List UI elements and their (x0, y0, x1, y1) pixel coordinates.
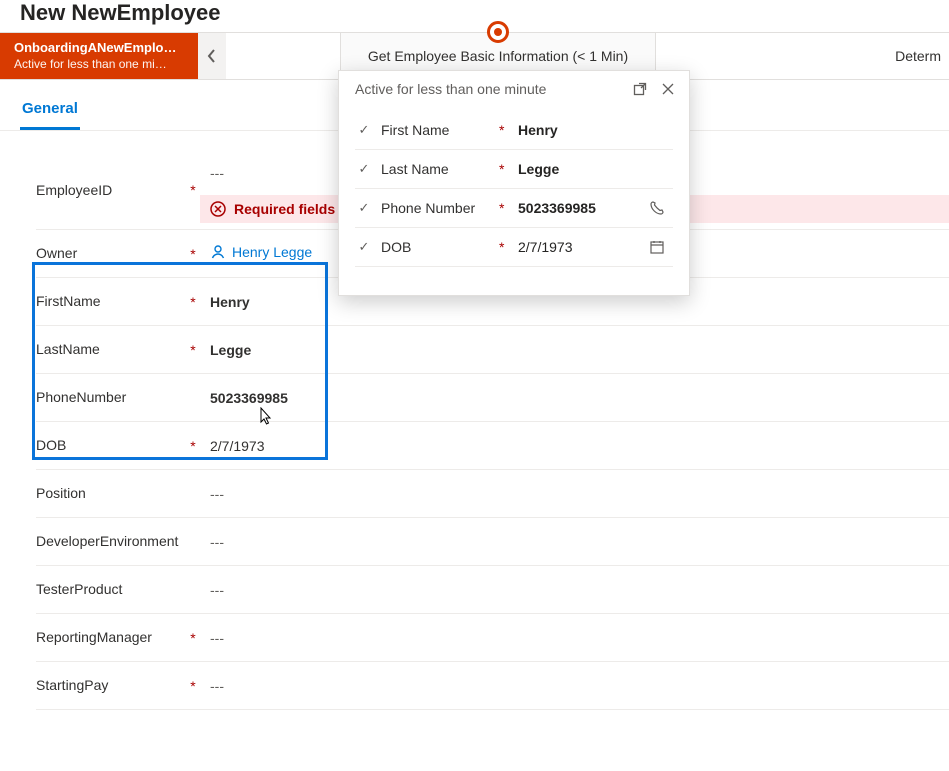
field-phone: PhoneNumber 5023369985 (36, 374, 949, 422)
position-value[interactable]: --- (200, 478, 949, 510)
field-manager: ReportingManager * --- (36, 614, 949, 662)
pay-label: StartingPay (36, 669, 186, 702)
required-marker: * (186, 246, 200, 262)
stage-active-status: Active for less than one mi… (14, 57, 184, 72)
chevron-left-icon (207, 49, 217, 63)
stage-active[interactable]: OnboardingANewEmplo… Active for less tha… (0, 33, 198, 79)
error-text: Required fields (234, 201, 335, 217)
required-marker: * (499, 239, 509, 255)
tester-value[interactable]: --- (200, 574, 949, 606)
phone-label: PhoneNumber (36, 381, 186, 414)
field-lastname: LastName * Legge (36, 326, 949, 374)
field-dob: DOB * 2/7/1973 (36, 422, 949, 470)
calendar-icon (649, 239, 665, 255)
stage-spacer (226, 33, 340, 79)
fly-dob-label: DOB (381, 239, 491, 255)
check-icon: ✓ (355, 239, 373, 255)
page-title: New NewEmployee (0, 0, 949, 30)
owner-name: Henry Legge (232, 244, 312, 260)
check-icon: ✓ (355, 122, 373, 138)
required-marker: * (186, 630, 200, 646)
fly-dob-input[interactable]: 2/7/1973 (517, 236, 641, 258)
manager-label: ReportingManager (36, 621, 186, 654)
fly-phone-input[interactable]: 5023369985 (517, 197, 641, 219)
required-marker: * (186, 678, 200, 694)
fly-row-dob: ✓ DOB * 2/7/1973 (355, 228, 673, 267)
check-icon: ✓ (355, 161, 373, 177)
manager-value[interactable]: --- (200, 622, 949, 654)
field-position: Position --- (36, 470, 949, 518)
required-marker: * (499, 161, 509, 177)
owner-label: Owner (36, 237, 186, 270)
stage-current-label: Get Employee Basic Information (< 1 Min) (368, 48, 628, 64)
required-marker: * (499, 200, 509, 216)
flyout-body: ✓ First Name * Henry ✓ Last Name * Legge… (339, 103, 689, 295)
field-devenv: DeveloperEnvironment --- (36, 518, 949, 566)
stage-next[interactable]: Determ (656, 33, 949, 79)
phone-icon (649, 200, 665, 216)
employee-id-label: EmployeeID (36, 176, 186, 205)
error-circle-icon (210, 201, 226, 217)
field-tester: TesterProduct --- (36, 566, 949, 614)
tab-general[interactable]: General (20, 100, 80, 130)
check-icon: ✓ (355, 200, 373, 216)
stage-progress-dot-icon (487, 21, 509, 43)
fly-firstname-label: First Name (381, 122, 491, 138)
close-icon (661, 82, 675, 96)
lastname-value[interactable]: Legge (200, 334, 949, 366)
lastname-label: LastName (36, 333, 186, 366)
firstname-label: FirstName (36, 285, 186, 318)
fly-row-phone: ✓ Phone Number * 5023369985 (355, 189, 673, 228)
phone-call-button[interactable] (649, 200, 673, 216)
required-marker: * (186, 182, 200, 198)
person-icon (210, 244, 226, 260)
stage-active-name: OnboardingANewEmplo… (14, 40, 184, 56)
fly-phone-label: Phone Number (381, 200, 491, 216)
field-pay: StartingPay * --- (36, 662, 949, 710)
owner-lookup[interactable]: Henry Legge (210, 244, 312, 260)
fly-lastname-input[interactable]: Legge (517, 158, 641, 180)
stage-next-label: Determ (895, 48, 941, 64)
flyout-title: Active for less than one minute (355, 81, 546, 97)
fly-row-lastname: ✓ Last Name * Legge (355, 150, 673, 189)
dob-label: DOB (36, 429, 186, 462)
stage-collapse-button[interactable] (198, 33, 226, 79)
required-marker: * (186, 342, 200, 358)
date-picker-button[interactable] (649, 239, 673, 255)
devenv-value[interactable]: --- (200, 526, 949, 558)
fly-firstname-input[interactable]: Henry (517, 119, 641, 141)
devenv-label: DeveloperEnvironment (36, 525, 186, 558)
popout-button[interactable] (633, 82, 647, 96)
phone-value[interactable]: 5023369985 (200, 382, 949, 414)
flyout-header: Active for less than one minute (339, 71, 689, 103)
close-button[interactable] (661, 82, 675, 96)
fly-lastname-label: Last Name (381, 161, 491, 177)
pay-value[interactable]: --- (200, 670, 949, 702)
position-label: Position (36, 477, 186, 510)
fly-row-firstname: ✓ First Name * Henry (355, 111, 673, 150)
required-marker: * (499, 122, 509, 138)
dob-value[interactable]: 2/7/1973 (200, 430, 949, 462)
popout-icon (633, 82, 647, 96)
required-marker: * (186, 438, 200, 454)
stage-flyout: Active for less than one minute ✓ First … (338, 70, 690, 296)
tester-label: TesterProduct (36, 573, 186, 606)
required-marker: * (186, 294, 200, 310)
